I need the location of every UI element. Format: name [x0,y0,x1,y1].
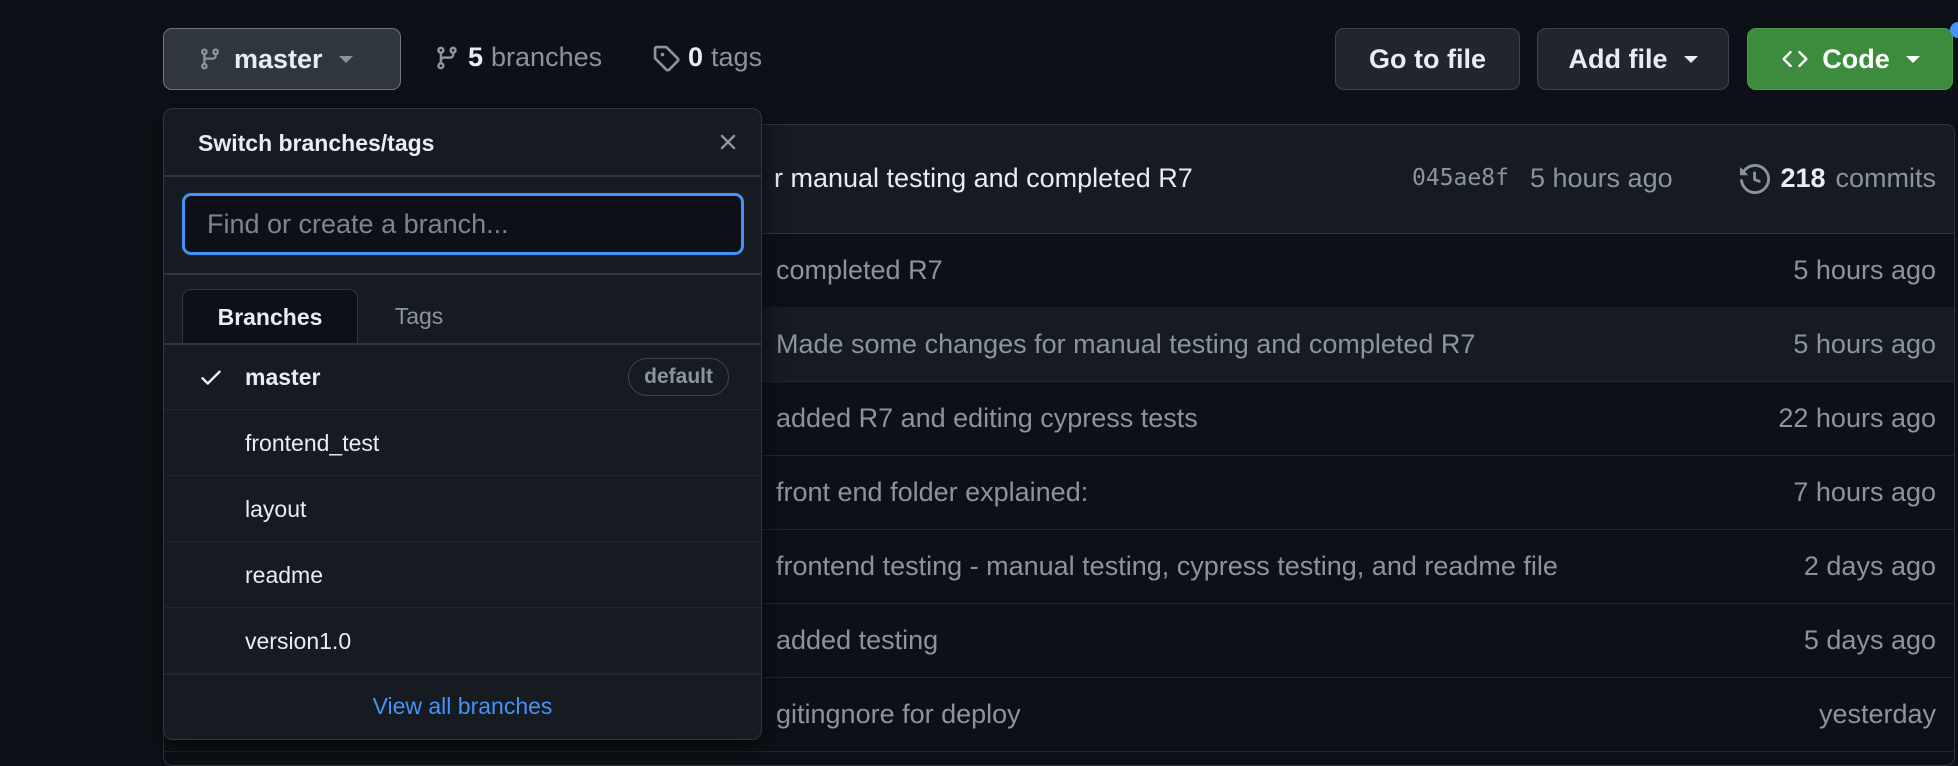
history-icon [1740,163,1771,194]
row-commit-message[interactable]: completed R7 [776,255,943,286]
row-commit-message[interactable]: front end folder explained: [776,477,1088,508]
commits-link[interactable]: 218 commits [1740,163,1936,194]
tags-count: 0 [688,42,704,72]
branch-item-master[interactable]: master default [164,344,761,409]
tab-label: Branches [217,304,323,330]
row-age: 22 hours ago [1778,403,1936,433]
git-branch-icon [437,46,457,69]
add-file-label: Add file [1568,43,1668,74]
row-age: 5 hours ago [1793,329,1936,359]
row-commit-message[interactable]: gitingnore for deploy [776,699,1021,730]
tag-icon [653,45,680,72]
branch-select-button[interactable]: master [163,28,401,90]
row-commit-message[interactable]: Made some changes for manual testing and… [776,329,1475,360]
default-badge: default [628,358,729,396]
branch-name: version1.0 [245,628,352,654]
branch-name: readme [245,562,323,588]
add-file-button[interactable]: Add file [1537,28,1729,90]
tags-label: tags [711,42,763,72]
row-age: 5 days ago [1803,625,1936,655]
go-to-file-label: Go to file [1369,43,1486,74]
branches-label: branches [491,42,603,72]
row-age: 7 hours ago [1793,477,1936,507]
code-icon [1782,50,1808,68]
row-commit-message[interactable]: added R7 and editing cypress tests [776,403,1198,434]
tab-branches[interactable]: Branches [182,289,358,345]
divider [164,673,761,675]
tab-tags[interactable]: Tags [356,289,482,344]
git-branch-icon [200,48,219,70]
row-age: yesterday [1818,699,1936,729]
commit-hash[interactable]: 045ae8f [1412,165,1509,191]
chevron-down-icon [338,55,353,63]
divider [164,273,761,275]
commits-label: commits [1835,163,1937,193]
dropdown-title: Switch branches/tags [198,130,435,156]
chevron-down-icon [1683,55,1698,63]
branch-item-layout[interactable]: layout [164,475,761,541]
branches-count: 5 [468,42,484,72]
commits-count: 218 [1780,163,1826,193]
latest-commit-message[interactable]: r manual testing and completed R7 [774,163,1193,194]
divider [164,175,761,177]
branch-name: master [245,364,321,390]
branch-item-readme[interactable]: readme [164,541,761,607]
row-age: 5 hours ago [1793,255,1936,285]
check-icon [201,370,221,385]
branch-item-frontend-test[interactable]: frontend_test [164,409,761,475]
row-commit-message[interactable]: added testing [776,625,938,656]
close-icon[interactable] [715,129,741,155]
branch-name: layout [245,496,307,522]
view-all-branches-link[interactable]: View all branches [164,693,761,720]
code-button[interactable]: Code [1747,28,1953,90]
code-label: Code [1822,43,1890,74]
chevron-down-icon [1905,55,1920,63]
row-age: 2 days ago [1803,551,1936,581]
row-commit-message[interactable]: frontend testing - manual testing, cypre… [776,551,1558,582]
branches-link[interactable]: 5 branches [434,42,602,73]
commit-time: 5 hours ago [1530,163,1673,193]
go-to-file-button[interactable]: Go to file [1335,28,1520,90]
branch-search-input[interactable] [182,193,744,255]
branch-item-version1-0[interactable]: version1.0 [164,607,761,673]
branch-switch-dropdown: Switch branches/tags Branches Tags maste… [163,108,762,740]
branch-name: frontend_test [245,430,380,456]
branch-button-label: master [234,43,323,74]
tags-link[interactable]: 0 tags [652,42,762,73]
tab-label: Tags [394,303,444,329]
